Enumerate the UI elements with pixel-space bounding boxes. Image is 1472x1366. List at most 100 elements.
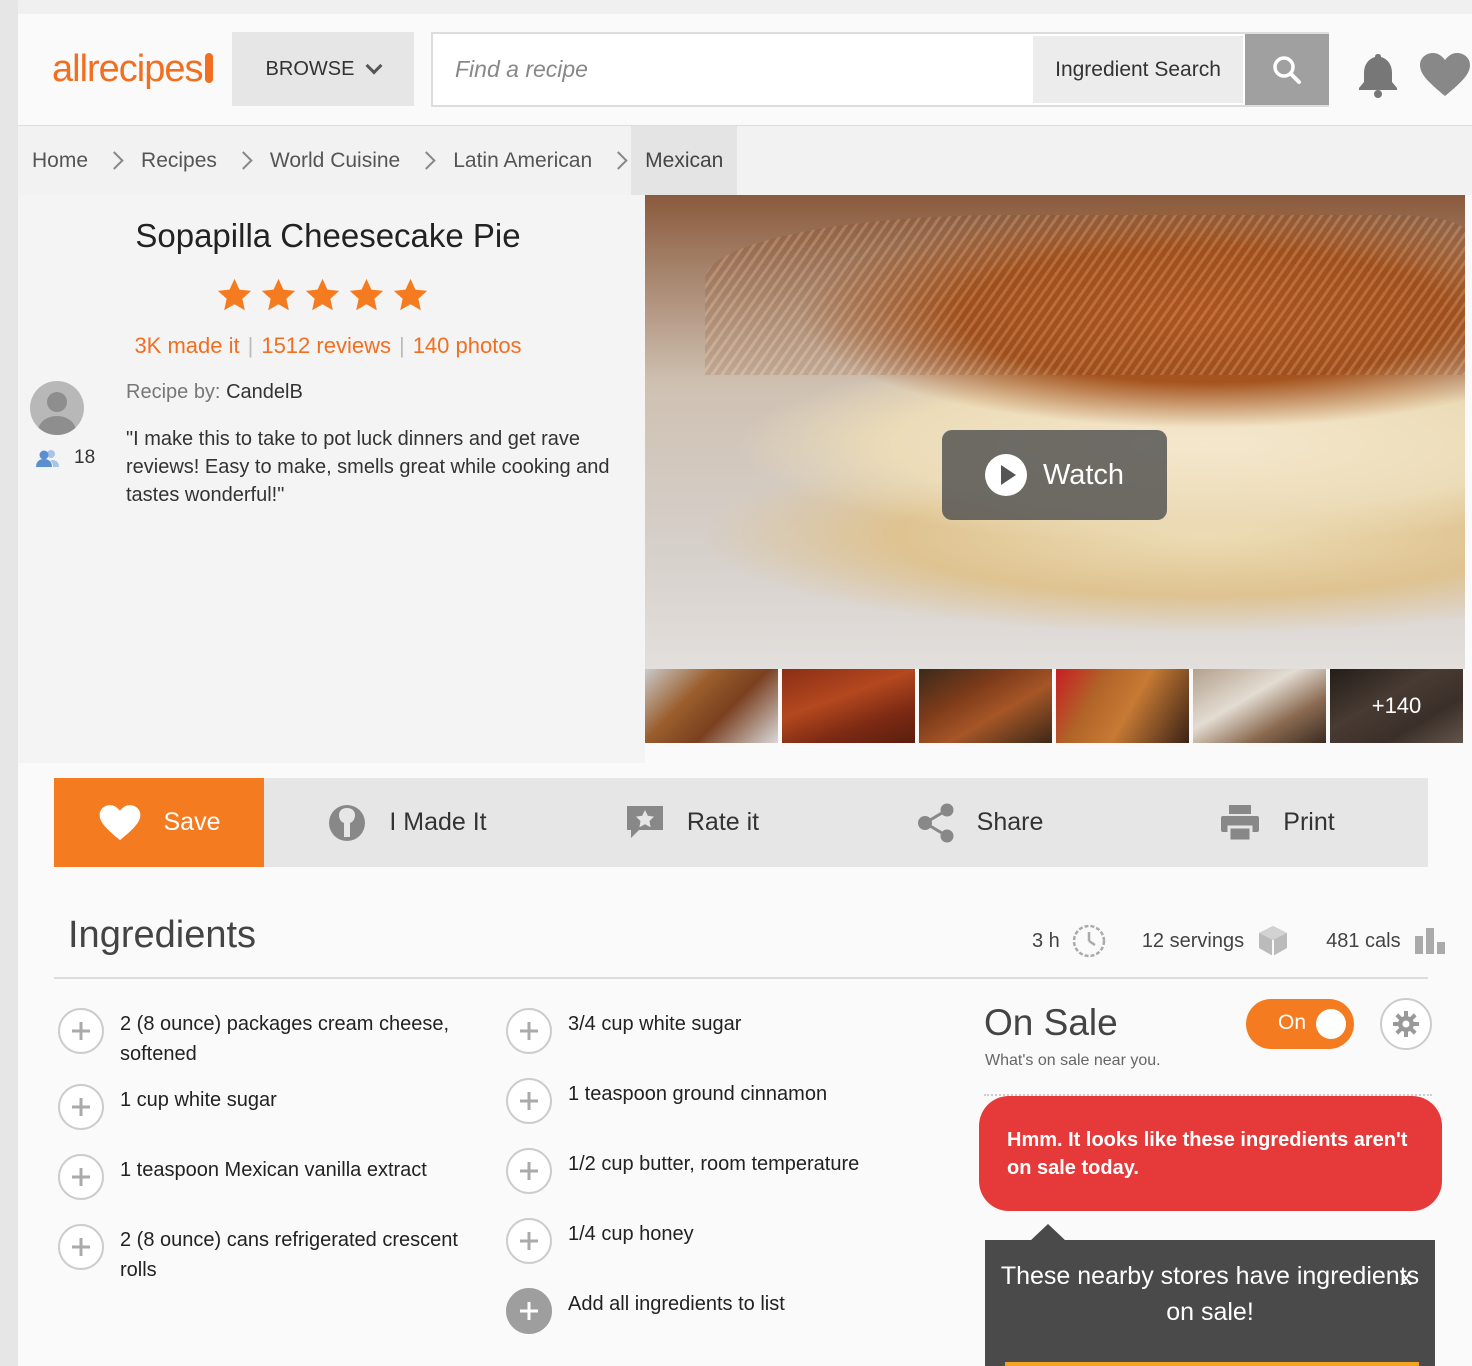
on-sale-subtitle: What's on sale near you.: [985, 1052, 1161, 1069]
ingredient-item[interactable]: 1/2 cup butter, room temperature: [506, 1148, 926, 1194]
heart-icon: [1420, 53, 1470, 96]
share-icon: [917, 803, 954, 842]
add-ingredient-button[interactable]: [58, 1084, 104, 1130]
recipe-main-photo[interactable]: Watch: [645, 195, 1465, 669]
author-link[interactable]: CandelB: [226, 381, 303, 403]
search-input[interactable]: [433, 34, 1031, 105]
ingredient-text: 1 cup white sugar: [120, 1089, 277, 1111]
star-icon[interactable]: [392, 277, 429, 313]
breadcrumb: Home Recipes World Cuisine Latin America…: [18, 126, 1472, 195]
ingredient-search-label: Ingredient Search: [1055, 57, 1221, 81]
chevron-right-icon: [231, 126, 256, 195]
ingredient-item[interactable]: 1 cup white sugar: [58, 1084, 478, 1130]
prep-time: 3 h: [1032, 929, 1060, 952]
add-ingredient-button[interactable]: [58, 1154, 104, 1200]
more-photos-thumbnail[interactable]: +140: [1330, 669, 1463, 743]
watch-label: Watch: [1042, 458, 1125, 491]
browser-top-strip: [0, 0, 1472, 14]
ingredient-search-button[interactable]: Ingredient Search: [1033, 36, 1243, 103]
recipe-meta: 3 h 12 servings 481 cals: [1032, 924, 1449, 958]
bell-icon: [1359, 54, 1397, 98]
find-stores-button[interactable]: [1005, 1362, 1419, 1366]
servings-icon[interactable]: [1256, 924, 1290, 958]
chevron-right-icon: [414, 126, 439, 195]
add-ingredient-button[interactable]: [58, 1224, 104, 1270]
photos-count[interactable]: 140 photos: [413, 333, 522, 358]
ingredient-item[interactable]: 3/4 cup white sugar: [506, 1008, 926, 1054]
ingredient-text: 2 (8 ounce) cans refrigerated crescent r…: [120, 1229, 458, 1281]
watch-video-button[interactable]: Watch: [942, 430, 1167, 520]
made-it-count[interactable]: 3K made it: [134, 333, 239, 358]
nutrition-chart-icon[interactable]: [1413, 926, 1449, 956]
followers: 18: [36, 447, 95, 469]
on-sale-toggle[interactable]: On: [1246, 999, 1354, 1049]
user-silhouette-icon: [38, 392, 76, 435]
breadcrumb-mexican[interactable]: Mexican: [631, 126, 738, 195]
add-all-ingredients[interactable]: Add all ingredients to list: [506, 1288, 926, 1334]
breadcrumb-world-cuisine[interactable]: World Cuisine: [256, 126, 414, 195]
star-icon[interactable]: [348, 277, 385, 313]
photo-thumbnail[interactable]: [1056, 669, 1189, 743]
servings: 12 servings: [1141, 929, 1245, 952]
not-on-sale-alert: Hmm. It looks like these ingredients are…: [979, 1096, 1442, 1211]
add-ingredient-button[interactable]: [506, 1218, 552, 1264]
print-button[interactable]: Print: [1126, 778, 1428, 867]
photo-thumbnail[interactable]: [645, 669, 778, 743]
recipe-stats: 3K made it | 1512 reviews | 140 photos: [134, 333, 522, 358]
star-icon[interactable]: [216, 277, 253, 313]
plus-icon: [72, 1238, 90, 1256]
browse-button[interactable]: BROWSE: [232, 32, 414, 106]
recipe-title: Sopapilla Cheesecake Pie: [135, 217, 521, 254]
rate-it-button[interactable]: Rate it: [550, 778, 834, 867]
ingredient-text: 1 teaspoon ground cinnamon: [568, 1083, 828, 1105]
star-icon[interactable]: [304, 277, 341, 313]
i-made-it-button[interactable]: I Made It: [264, 778, 550, 867]
recipe-author: Recipe by: CandelB: [126, 381, 303, 404]
ingredient-item[interactable]: 2 (8 ounce) cans refrigerated crescent r…: [58, 1224, 478, 1285]
save-label: Save: [163, 808, 221, 836]
recipe-by-label: Recipe by:: [126, 381, 221, 403]
ingredient-item[interactable]: 1 teaspoon ground cinnamon: [506, 1078, 926, 1124]
ingredients-heading: Ingredients: [68, 914, 257, 956]
ingredient-item[interactable]: 2 (8 ounce) packages cream cheese, softe…: [58, 1008, 478, 1069]
rating-stars[interactable]: [216, 277, 429, 313]
close-icon[interactable]: x: [1400, 1264, 1412, 1292]
add-ingredient-button[interactable]: [506, 1078, 552, 1124]
add-all-button[interactable]: [506, 1288, 552, 1334]
ingredient-text: 3/4 cup white sugar: [568, 1013, 742, 1035]
favorites-button[interactable]: [1418, 52, 1472, 103]
breadcrumb-home[interactable]: Home: [18, 126, 102, 195]
plus-icon: [520, 1162, 538, 1180]
search-button[interactable]: [1245, 34, 1329, 105]
notifications-button[interactable]: [1354, 52, 1402, 103]
breadcrumb-recipes[interactable]: Recipes: [127, 126, 231, 195]
plus-icon: [520, 1092, 538, 1110]
more-photos-count: +140: [1330, 669, 1463, 743]
calories: 481 cals: [1326, 929, 1401, 952]
photo-thumbnail[interactable]: [782, 669, 915, 743]
toggle-knob: [1316, 1009, 1346, 1039]
photo-thumbnail[interactable]: [919, 669, 1052, 743]
clock-icon[interactable]: [1072, 924, 1106, 958]
ingredient-text: 1/4 cup honey: [568, 1223, 694, 1245]
star-icon[interactable]: [260, 277, 297, 313]
browse-label: BROWSE: [265, 57, 355, 80]
breadcrumb-latin-american[interactable]: Latin American: [439, 126, 606, 195]
on-sale-settings-button[interactable]: [1380, 998, 1432, 1050]
add-ingredient-button[interactable]: [506, 1148, 552, 1194]
followers-count: 18: [74, 447, 96, 468]
gear-icon: [1393, 1011, 1419, 1037]
allrecipes-logo[interactable]: allrecipes: [52, 48, 213, 91]
ingredient-item[interactable]: 1 teaspoon Mexican vanilla extract: [58, 1154, 478, 1200]
photo-thumbnail[interactable]: [1193, 669, 1326, 743]
add-ingredient-button[interactable]: [58, 1008, 104, 1054]
avatar[interactable]: [30, 381, 84, 435]
ingredient-item[interactable]: 1/4 cup honey: [506, 1218, 926, 1264]
save-button[interactable]: Save: [54, 778, 264, 867]
plus-icon: [72, 1022, 90, 1040]
recipe-action-bar: Save I Made It Rate it Share Print: [54, 778, 1428, 867]
share-button[interactable]: Share: [834, 778, 1126, 867]
followers-icon: [36, 450, 59, 467]
reviews-count[interactable]: 1512 reviews: [261, 333, 391, 358]
add-ingredient-button[interactable]: [506, 1008, 552, 1054]
